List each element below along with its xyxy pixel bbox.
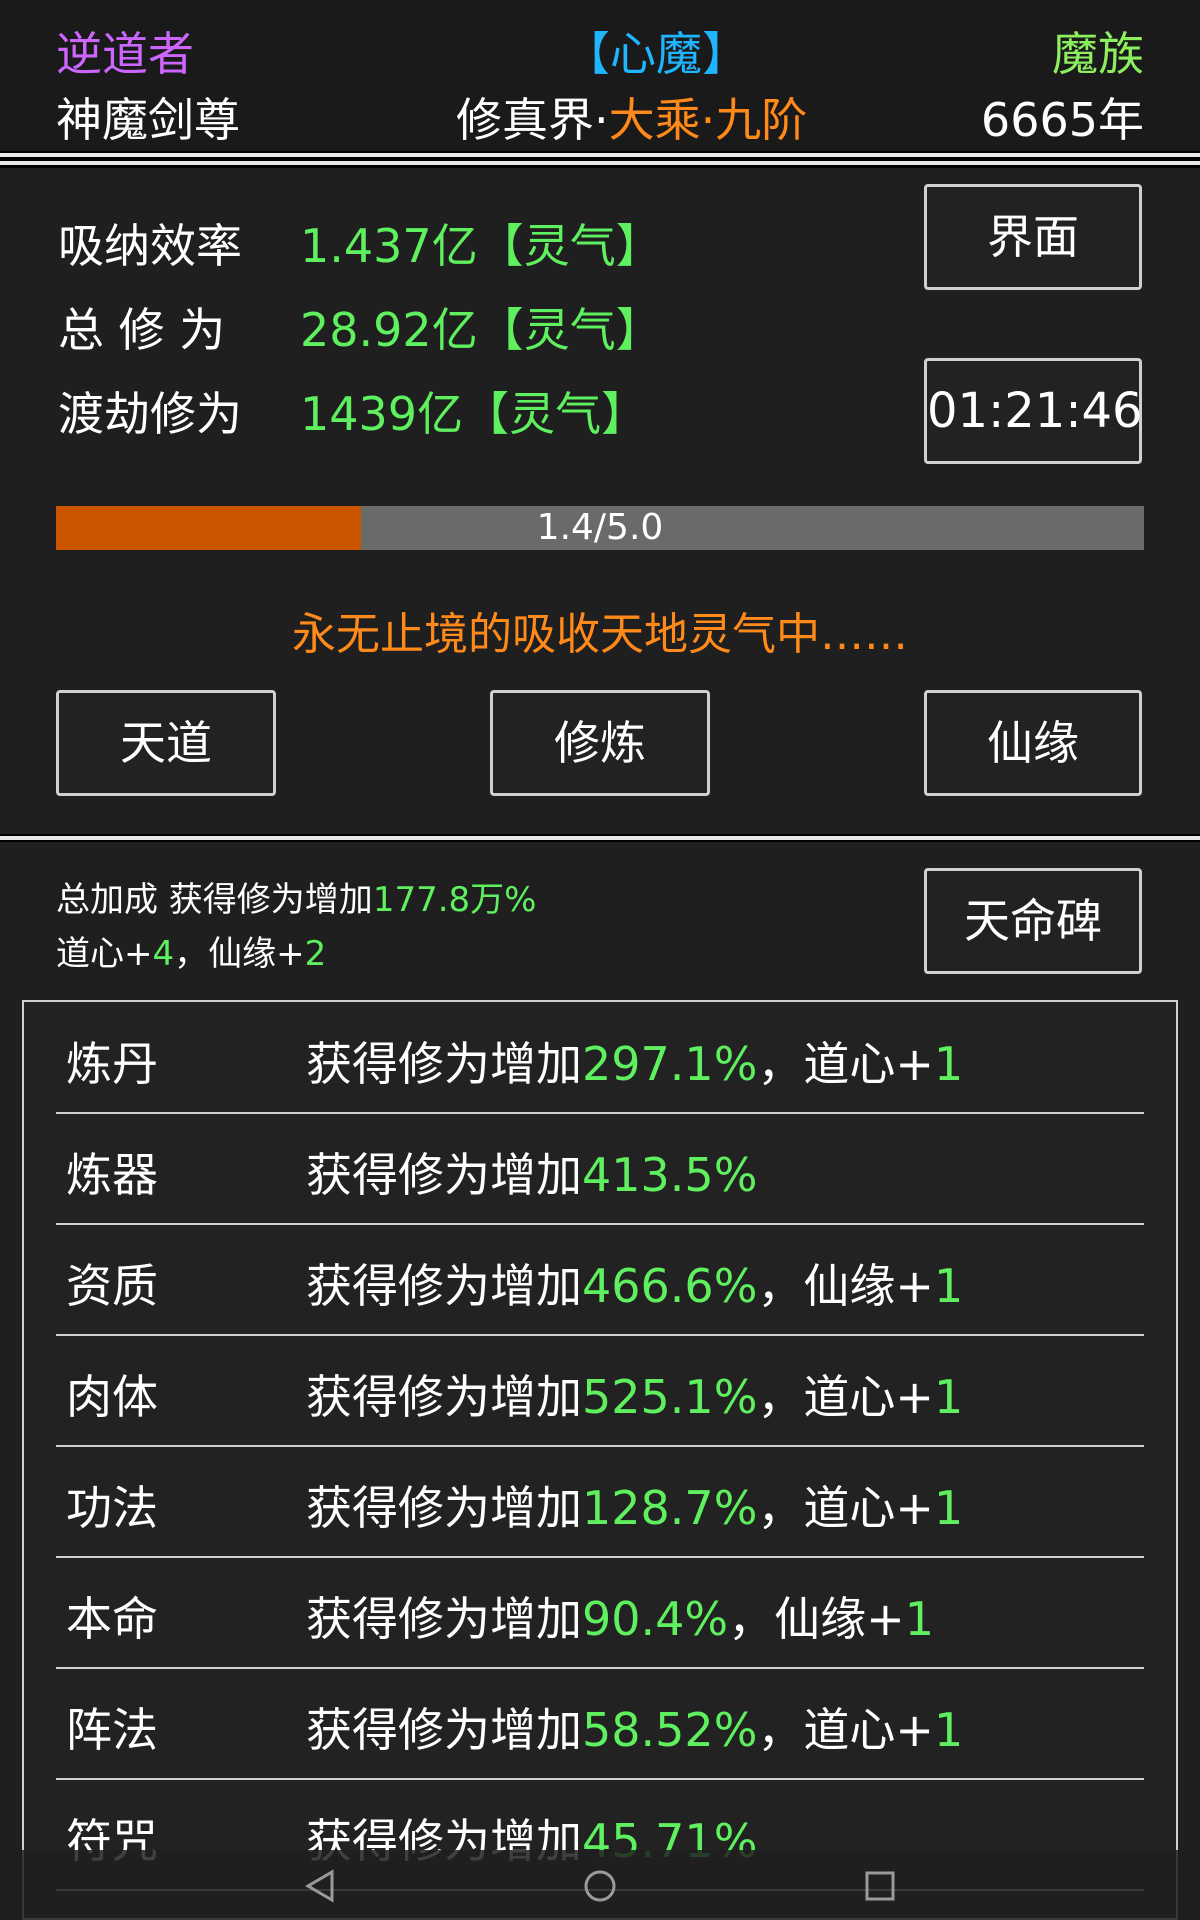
bonus-pct: 128.7% [582,1481,758,1535]
bonus-desc: 获得修为增加413.5% [306,1139,757,1205]
bonus-desc: 获得修为增加525.1%，道心+1 [306,1361,963,1427]
bonus-extra-label: ，道心+ [757,1037,934,1091]
bonus-prefix: 获得修为增加 [306,1703,582,1757]
bonus-desc: 获得修为增加90.4%，仙缘+1 [306,1583,934,1649]
bonus-extra-label: ，仙缘+ [757,1259,934,1313]
progress-bar: 1.4/5.0 [56,506,1144,550]
cultivation-panel: 吸纳效率 1.437亿【灵气】 总 修 为 28.92亿【灵气】 渡劫修为 14… [0,168,1200,834]
player-name: 神魔剑尊 [56,93,240,147]
stat-value-absorb: 1.437亿【灵气】 [300,219,662,273]
bonus-row: 资质 获得修为增加466.6%，仙缘+1 [56,1224,1144,1336]
title-right: 魔族 [1052,27,1144,81]
summary-line-2: 道心+4，仙缘+2 [56,926,326,975]
bonus-extra-value: 1 [904,1592,934,1646]
bonus-pct: 90.4% [582,1592,729,1646]
bonus-desc: 获得修为增加297.1%，道心+1 [306,1028,963,1094]
top-header: 逆道者 【心魔】 魔族 神魔剑尊 修真界·大乘·九阶 6665年 [0,0,1200,151]
bonus-pct: 525.1% [582,1370,758,1424]
divider [0,153,1200,157]
bonus-list: 炼丹 获得修为增加297.1%，道心+1 炼器 获得修为增加413.5% 资质 … [22,1000,1178,1920]
daoxin-value: 4 [152,934,175,974]
bonus-extra-label: ，道心+ [757,1703,934,1757]
bonus-name: 阵法 [66,1703,158,1757]
bonus-name: 功法 [66,1481,158,1535]
bonus-desc: 获得修为增加466.6%，仙缘+1 [306,1250,963,1316]
bonus-extra-value: 1 [933,1037,964,1091]
stat-label-absorb: 吸纳效率 [58,219,242,273]
timer-display: 01:21:46 [924,358,1143,464]
years-counter: 6665年 [980,93,1144,147]
bonus-extra-value: 1 [933,1370,964,1424]
system-navbar [0,1850,1200,1920]
bonus-prefix: 获得修为增加 [306,1259,582,1313]
bonus-extra-value: 1 [933,1703,964,1757]
realm: 修真界·大乘·九阶 [456,84,807,150]
bonus-pct: 58.52% [582,1703,758,1757]
bonus-pct: 297.1% [582,1037,758,1091]
stat-value-total: 28.92亿【灵气】 [300,303,662,357]
summary-line-1: 总加成 获得修为增加177.8万% [56,872,536,921]
summary-sep: ， [174,934,209,974]
xianyuan-label: 仙缘+ [208,934,305,974]
tiandao-button[interactable]: 天道 [56,690,276,796]
home-circle-icon[interactable] [580,1866,620,1906]
progress-text: 1.4/5.0 [536,507,664,548]
bonus-desc: 获得修为增加128.7%，道心+1 [306,1472,963,1538]
bonus-extra-label: ，仙缘+ [728,1592,905,1646]
bonus-extra-value: 1 [933,1481,964,1535]
bonus-row: 功法 获得修为增加128.7%，道心+1 [56,1446,1144,1558]
title-left: 逆道者 [56,27,194,81]
bonus-extra-label: ，道心+ [757,1481,934,1535]
divider [0,161,1200,165]
title-center: 【心魔】 [564,27,748,81]
bonus-name: 炼器 [66,1148,158,1202]
bonus-row: 阵法 获得修为增加58.52%，道心+1 [56,1668,1144,1780]
recents-square-icon[interactable] [860,1866,900,1906]
xianyuan-button[interactable]: 仙缘 [924,690,1142,796]
interface-button[interactable]: 界面 [924,184,1142,290]
stat-label-tribulation: 渡劫修为 [58,387,242,441]
xianyuan-value: 2 [304,934,327,974]
summary-label: 总加成 获得修为增加 [56,880,373,920]
bonus-prefix: 获得修为增加 [306,1370,582,1424]
bonus-extra-value: 1 [933,1259,964,1313]
bonus-extra-label: ，道心+ [757,1370,934,1424]
xiulian-button[interactable]: 修炼 [490,690,710,796]
bonus-row: 肉体 获得修为增加525.1%，道心+1 [56,1335,1144,1447]
bonus-pct: 413.5% [582,1148,758,1202]
stat-label-total: 总 修 为 [58,303,226,357]
bonus-row: 本命 获得修为增加90.4%，仙缘+1 [56,1557,1144,1669]
realm-stage: 大乘·九阶 [608,93,808,147]
realm-prefix: 修真界· [456,93,609,147]
bonus-row: 炼丹 获得修为增加297.1%，道心+1 [56,1002,1144,1114]
bonus-name: 炼丹 [66,1037,158,1091]
summary-value: 177.8万% [372,880,537,920]
bonus-prefix: 获得修为增加 [306,1148,582,1202]
bonus-prefix: 获得修为增加 [306,1481,582,1535]
bonus-prefix: 获得修为增加 [306,1037,582,1091]
bonus-desc: 获得修为增加58.52%，道心+1 [306,1694,963,1760]
divider [0,836,1200,840]
status-message: 永无止境的吸收天地灵气中…… [292,609,908,660]
bonus-name: 肉体 [66,1370,158,1424]
tianming-stele-button[interactable]: 天命碑 [924,868,1142,974]
bonus-row: 炼器 获得修为增加413.5% [56,1113,1144,1225]
bonus-name: 本命 [66,1592,158,1646]
back-triangle-icon[interactable] [300,1866,340,1906]
stat-value-tribulation: 1439亿【灵气】 [300,387,648,441]
bonus-name: 资质 [66,1259,158,1313]
bonus-pct: 466.6% [582,1259,758,1313]
daoxin-label: 道心+ [56,934,153,974]
bonus-prefix: 获得修为增加 [306,1592,582,1646]
